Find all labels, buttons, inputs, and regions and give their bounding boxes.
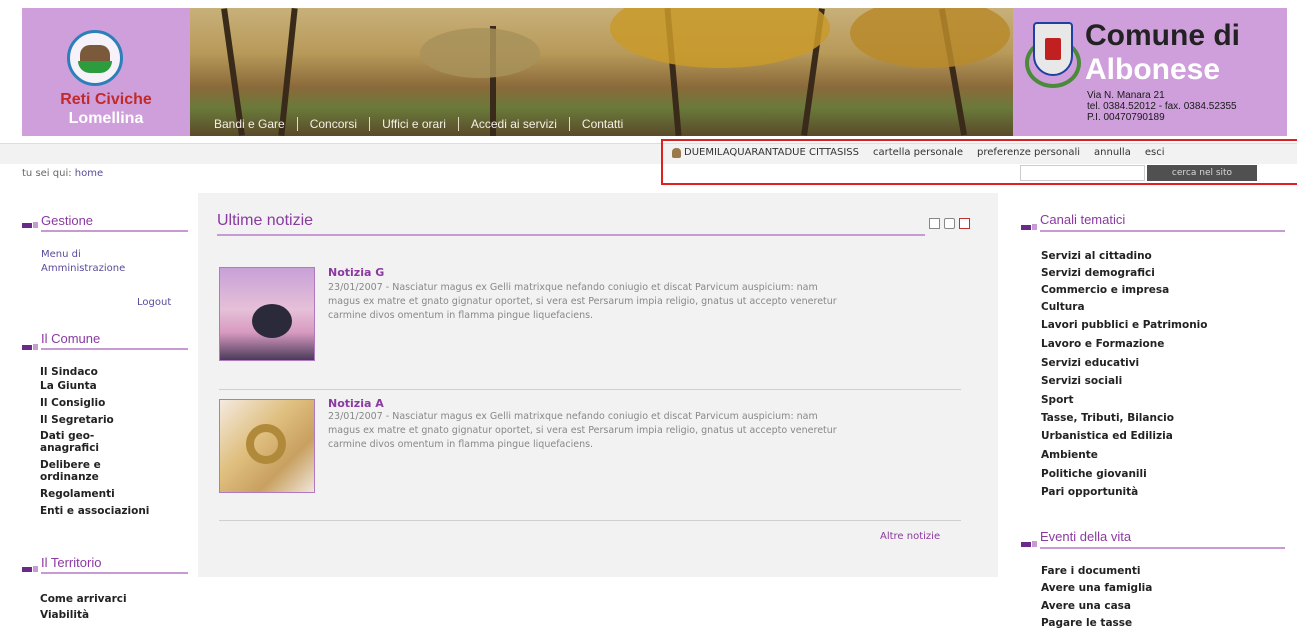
sidebar-item-regolamenti[interactable]: Regolamenti xyxy=(40,488,115,501)
sidebar-item-la-giunta[interactable]: La Giunta xyxy=(40,380,97,393)
link-menu-amministrazione-1[interactable]: Menu di xyxy=(41,248,81,261)
nav-contatti[interactable]: Contatti xyxy=(570,117,635,131)
channel-servizi-sociali[interactable]: Servizi sociali xyxy=(1041,375,1122,388)
channel-ambiente[interactable]: Ambiente xyxy=(1041,449,1098,462)
comune-name: Albonese xyxy=(1085,53,1221,86)
channel-commercio-e-impresa[interactable]: Commercio e impresa xyxy=(1041,284,1169,297)
news-divider xyxy=(219,389,961,390)
divider xyxy=(41,348,188,350)
channel-servizi-al-cittadino[interactable]: Servizi al cittadino xyxy=(1041,250,1152,263)
channel-servizi-demografici[interactable]: Servizi demografici xyxy=(1041,267,1155,280)
sidebar-item-come-arrivarci[interactable]: Come arrivarci xyxy=(40,593,127,606)
title-divider xyxy=(217,234,925,236)
news-text-line: magus ex matre et gnato gignatur oportet… xyxy=(328,296,837,307)
channel-pari-opportunita[interactable]: Pari opportunità xyxy=(1041,486,1138,499)
tree-silhouette xyxy=(252,304,292,338)
channel-cultura[interactable]: Cultura xyxy=(1041,301,1085,314)
news-title[interactable]: Notizia A xyxy=(328,397,384,410)
divider xyxy=(1040,230,1285,232)
section-bullet-icon xyxy=(1021,541,1037,547)
link-menu-amministrazione-2[interactable]: Amministrazione xyxy=(41,262,125,275)
channel-sport[interactable]: Sport xyxy=(1041,394,1074,407)
comune-title: Comune di xyxy=(1085,19,1240,52)
foliage xyxy=(850,8,1010,68)
section-title-il-comune: Il Comune xyxy=(41,331,101,346)
channel-lavoro-e-formazione[interactable]: Lavoro e Formazione xyxy=(1041,338,1164,351)
nav-uffici-e-orari[interactable]: Uffici e orari xyxy=(370,117,459,131)
section-title-eventi-della-vita: Eventi della vita xyxy=(1040,529,1132,544)
pdf-icon[interactable] xyxy=(959,218,970,229)
news-text-line: 23/01/2007 - Nasciatur magus ex Gelli ma… xyxy=(328,282,818,293)
event-avere-una-famiglia[interactable]: Avere una famiglia xyxy=(1041,582,1152,595)
coat-of-arms-icon xyxy=(1033,22,1073,76)
brand-name: Reti Civiche Lomellina xyxy=(22,90,190,128)
sidebar-item-ordinanze[interactable]: ordinanze xyxy=(40,471,99,484)
comune-piva: P.I. 00470790189 xyxy=(1087,112,1165,123)
news-text-line: carmine divos omentum in flamma pingue l… xyxy=(328,310,594,321)
sidebar-item-enti-e-associazioni[interactable]: Enti e associazioni xyxy=(40,505,149,518)
foliage xyxy=(420,28,540,78)
comune-phone: tel. 0384.52012 - fax. 0384.52355 xyxy=(1087,101,1237,112)
brand-panel[interactable]: Reti Civiche Lomellina xyxy=(22,8,190,136)
channel-lavori-pubblici[interactable]: Lavori pubblici e Patrimonio xyxy=(1041,319,1207,332)
channel-urbanistica[interactable]: Urbanistica ed Edilizia xyxy=(1041,430,1173,443)
divider xyxy=(41,230,188,232)
email-icon[interactable] xyxy=(929,218,940,229)
news-text-line: 23/01/2007 - Nasciatur magus ex Gelli ma… xyxy=(328,411,818,422)
section-bullet-icon xyxy=(22,222,38,228)
page-title: Ultime notizie xyxy=(217,212,314,229)
sidebar-item-il-consiglio[interactable]: Il Consiglio xyxy=(40,397,105,410)
section-title-il-territorio: Il Territorio xyxy=(41,555,102,570)
more-news-link[interactable]: Altre notizie xyxy=(880,531,940,542)
breadcrumb-prefix: tu sei qui: xyxy=(22,168,72,179)
nav-concorsi[interactable]: Concorsi xyxy=(298,117,371,131)
news-excerpt: 23/01/2007 - Nasciatur magus ex Gelli ma… xyxy=(328,281,948,323)
divider xyxy=(41,572,188,574)
sidebar-item-anagrafici[interactable]: anagrafici xyxy=(40,442,99,455)
section-title-canali-tematici: Canali tematici xyxy=(1040,212,1126,227)
page-tools xyxy=(929,218,970,229)
news-text-line: carmine divos omentum in flamma pingue l… xyxy=(328,439,594,450)
reti-civiche-logo xyxy=(67,30,123,86)
sidebar-item-il-sindaco[interactable]: Il Sindaco xyxy=(40,366,98,379)
event-fare-i-documenti[interactable]: Fare i documenti xyxy=(1041,565,1140,578)
print-icon[interactable] xyxy=(944,218,955,229)
breadcrumb: tu sei qui: home xyxy=(22,168,103,179)
section-bullet-icon xyxy=(1021,224,1037,230)
section-bullet-icon xyxy=(22,566,38,572)
logout-link[interactable]: Logout xyxy=(137,296,171,309)
event-avere-una-casa[interactable]: Avere una casa xyxy=(1041,600,1131,613)
gear-image xyxy=(246,424,286,464)
divider xyxy=(1040,547,1285,549)
brand-name-line1: Reti Civiche xyxy=(60,91,152,108)
brand-name-line2: Lomellina xyxy=(68,110,144,127)
header-banner: Bandi e Gare Concorsi Uffici e orari Acc… xyxy=(190,8,1013,136)
channel-tasse-tributi[interactable]: Tasse, Tributi, Bilancio xyxy=(1041,412,1174,425)
nav-accedi-ai-servizi[interactable]: Accedi ai servizi xyxy=(459,117,570,131)
sidebar-item-viabilita[interactable]: Viabilità xyxy=(40,609,89,622)
news-divider xyxy=(219,520,961,521)
news-excerpt: 23/01/2007 - Nasciatur magus ex Gelli ma… xyxy=(328,410,948,452)
sidebar-item-il-segretario[interactable]: Il Segretario xyxy=(40,414,114,427)
foliage xyxy=(610,8,830,68)
channel-servizi-educativi[interactable]: Servizi educativi xyxy=(1041,357,1139,370)
event-pagare-le-tasse[interactable]: Pagare le tasse xyxy=(1041,617,1132,630)
channel-politiche-giovanili[interactable]: Politiche giovanili xyxy=(1041,468,1147,481)
section-title-gestione: Gestione xyxy=(41,213,94,228)
news-thumbnail[interactable] xyxy=(219,267,315,361)
breadcrumb-home[interactable]: home xyxy=(75,168,103,179)
header: Reti Civiche Lomellina Bandi e Gare Conc… xyxy=(0,0,1297,143)
comune-panel: Comune di Albonese Via N. Manara 21 tel.… xyxy=(1013,8,1287,136)
nav-bandi-e-gare[interactable]: Bandi e Gare xyxy=(202,117,298,131)
main-nav: Bandi e Gare Concorsi Uffici e orari Acc… xyxy=(202,114,635,134)
section-bullet-icon xyxy=(22,344,38,350)
news-text-line: magus ex matre et gnato gignatur oportet… xyxy=(328,425,837,436)
comune-address: Via N. Manara 21 xyxy=(1087,90,1165,101)
news-thumbnail[interactable] xyxy=(219,399,315,493)
news-title[interactable]: Notizia G xyxy=(328,266,384,279)
highlight-box xyxy=(661,139,1297,185)
